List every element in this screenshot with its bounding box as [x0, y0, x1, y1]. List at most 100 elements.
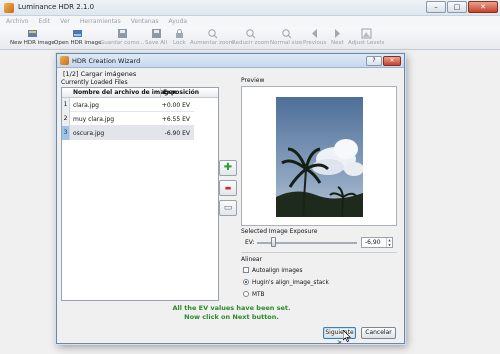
- menu-herramientas[interactable]: Herramientas: [80, 16, 121, 27]
- ev-spinbox[interactable]: -6,90 ▲ ▼: [361, 237, 393, 248]
- help-button[interactable]: ?: [366, 56, 382, 66]
- menu-ventanas[interactable]: Ventanas: [131, 16, 159, 27]
- normal-size-icon: [281, 29, 292, 39]
- row-exposure: +6.55 EV: [161, 116, 190, 123]
- zoom-in-button[interactable]: Aumentar zoom: [190, 28, 234, 46]
- next-icon: [334, 29, 340, 38]
- open-hdr-button[interactable]: Open HDR image: [54, 28, 102, 46]
- ev-value: -6,90: [365, 239, 381, 246]
- save-all-icon: [151, 29, 161, 38]
- column-header-exposure[interactable]: Exposición: [163, 89, 199, 96]
- status-line-1: All the EV values have been set.: [172, 304, 291, 312]
- save-as-icon: [117, 29, 127, 38]
- remove-icon: ▬: [224, 184, 232, 192]
- dialog-titlebar: HDR Creation Wizard ? ✕: [57, 54, 404, 68]
- row-number: 2: [62, 112, 70, 126]
- lock-icon: [175, 29, 183, 38]
- autoalign-label: Autoalign images: [252, 268, 303, 274]
- menu-edit[interactable]: Edit: [38, 16, 50, 27]
- row-exposure: -6.90 EV: [164, 130, 190, 137]
- adjust-levels-icon: [361, 28, 372, 39]
- dialog-app-icon: [60, 56, 69, 65]
- loaded-files-table[interactable]: Nombre del archivo de imagen Exposición …: [61, 87, 219, 301]
- next-toolbar-button[interactable]: Next: [331, 28, 344, 46]
- step-label: [1/2] Cargar imágenes: [63, 70, 137, 78]
- adjust-levels-label: Adjust Levels: [348, 40, 385, 46]
- status-message: All the EV values have been set. Now cli…: [57, 304, 406, 322]
- new-hdr-icon: [27, 30, 37, 37]
- mouse-cursor-icon: [343, 330, 351, 342]
- open-hdr-label: Open HDR image: [54, 40, 102, 46]
- new-hdr-button[interactable]: New HDR image: [10, 28, 55, 46]
- app-logo-icon: [4, 3, 14, 13]
- hdr-creation-wizard-dialog: HDR Creation Wizard ? ✕ [1/2] Cargar imá…: [56, 53, 406, 346]
- menu-archivo[interactable]: Archivo: [6, 16, 28, 27]
- row-filename: clara.jpg: [73, 102, 99, 109]
- spin-arrows-icon[interactable]: ▲ ▼: [386, 238, 392, 247]
- zoom-out-button[interactable]: Reducir zoom: [232, 28, 269, 46]
- menu-ver[interactable]: Ver: [60, 16, 70, 27]
- table-row[interactable]: 1 clara.jpg +0.00 EV: [62, 98, 194, 112]
- save-as-button[interactable]: Guardar como...: [100, 28, 144, 46]
- hugin-radio-label: Hugin's align_image_stack: [252, 280, 329, 286]
- normal-size-label: Normal size: [270, 40, 303, 46]
- row-number: 3: [62, 126, 70, 140]
- previous-button[interactable]: Previous: [303, 28, 326, 46]
- next-button[interactable]: Siguiente >: [323, 327, 356, 346]
- minimize-button[interactable]: –: [426, 1, 446, 13]
- ev-slider-handle[interactable]: [271, 237, 276, 247]
- add-icon: ✚: [223, 162, 233, 173]
- next-label: Next: [331, 40, 344, 46]
- save-all-button[interactable]: Save All: [145, 28, 167, 46]
- loaded-files-label: Currently Loaded Files: [61, 79, 128, 86]
- table-header: Nombre del archivo de imagen Exposición: [62, 88, 218, 98]
- menu-ayuda[interactable]: Ayuda: [169, 16, 188, 27]
- row-exposure: +0.00 EV: [161, 102, 190, 109]
- preview-image: [276, 97, 363, 217]
- add-images-button[interactable]: ✚: [219, 160, 237, 176]
- checkbox-icon: [243, 267, 249, 273]
- main-toolbar: New HDR image Open HDR image Guardar com…: [0, 27, 500, 50]
- radio-icon: [243, 291, 249, 297]
- new-hdr-label: New HDR image: [10, 40, 55, 46]
- mtb-radio-label: MTB: [252, 292, 265, 298]
- clear-list-button[interactable]: ▭: [219, 200, 237, 216]
- row-number: 1: [62, 98, 70, 112]
- adjust-levels-button[interactable]: Adjust Levels: [348, 28, 384, 46]
- app-title: Luminance HDR 2.1.0: [18, 3, 95, 11]
- mtb-radio[interactable]: MTB: [243, 291, 265, 298]
- align-title: Alinear: [241, 256, 263, 263]
- zoom-in-label: Aumentar zoom: [190, 40, 234, 46]
- menu-bar: Archivo Edit Ver Herramientas Ventanas A…: [0, 16, 500, 27]
- preview-label: Preview: [241, 77, 265, 84]
- dialog-close-button[interactable]: ✕: [383, 56, 401, 66]
- column-header-filename[interactable]: Nombre del archivo de imagen: [73, 89, 177, 96]
- lock-label: Lock: [173, 40, 186, 46]
- lock-button[interactable]: Lock: [173, 28, 186, 46]
- maximize-button[interactable]: □: [447, 1, 467, 13]
- zoom-out-icon: [246, 29, 256, 39]
- previous-icon: [312, 29, 318, 38]
- column-divider: [160, 88, 161, 98]
- previous-label: Previous: [303, 40, 327, 46]
- table-row-selected[interactable]: 3 oscura.jpg -6.90 EV: [62, 126, 194, 140]
- hugin-radio[interactable]: Hugin's align_image_stack: [243, 279, 329, 286]
- align-group: Alinear Autoalign images Hugin's align_i…: [241, 252, 397, 302]
- remove-image-button[interactable]: ▬: [219, 180, 237, 196]
- save-all-label: Save All: [145, 40, 168, 46]
- zoom-in-icon: [207, 29, 217, 39]
- status-line-2: Now click on Next button.: [184, 313, 279, 321]
- app-titlebar: Luminance HDR 2.1.0 – □ ✕: [0, 0, 500, 16]
- save-as-label: Guardar como...: [100, 40, 145, 46]
- normal-size-button[interactable]: Normal size: [270, 28, 302, 46]
- close-button[interactable]: ✕: [468, 1, 498, 13]
- selected-image-exposure-group: Selected Image Exposure EV: -6,90 ▲ ▼: [241, 226, 397, 250]
- autoalign-checkbox[interactable]: Autoalign images: [243, 267, 303, 274]
- table-row[interactable]: 2 muy clara.jpg +6.55 EV: [62, 112, 194, 126]
- clear-list-icon: ▭: [223, 203, 233, 213]
- ev-label: EV:: [245, 239, 255, 246]
- dialog-title: HDR Creation Wizard: [72, 57, 141, 65]
- window-controls: – □ ✕: [426, 1, 498, 13]
- cancel-button[interactable]: Cancelar: [361, 327, 396, 339]
- row-filename: muy clara.jpg: [73, 116, 115, 123]
